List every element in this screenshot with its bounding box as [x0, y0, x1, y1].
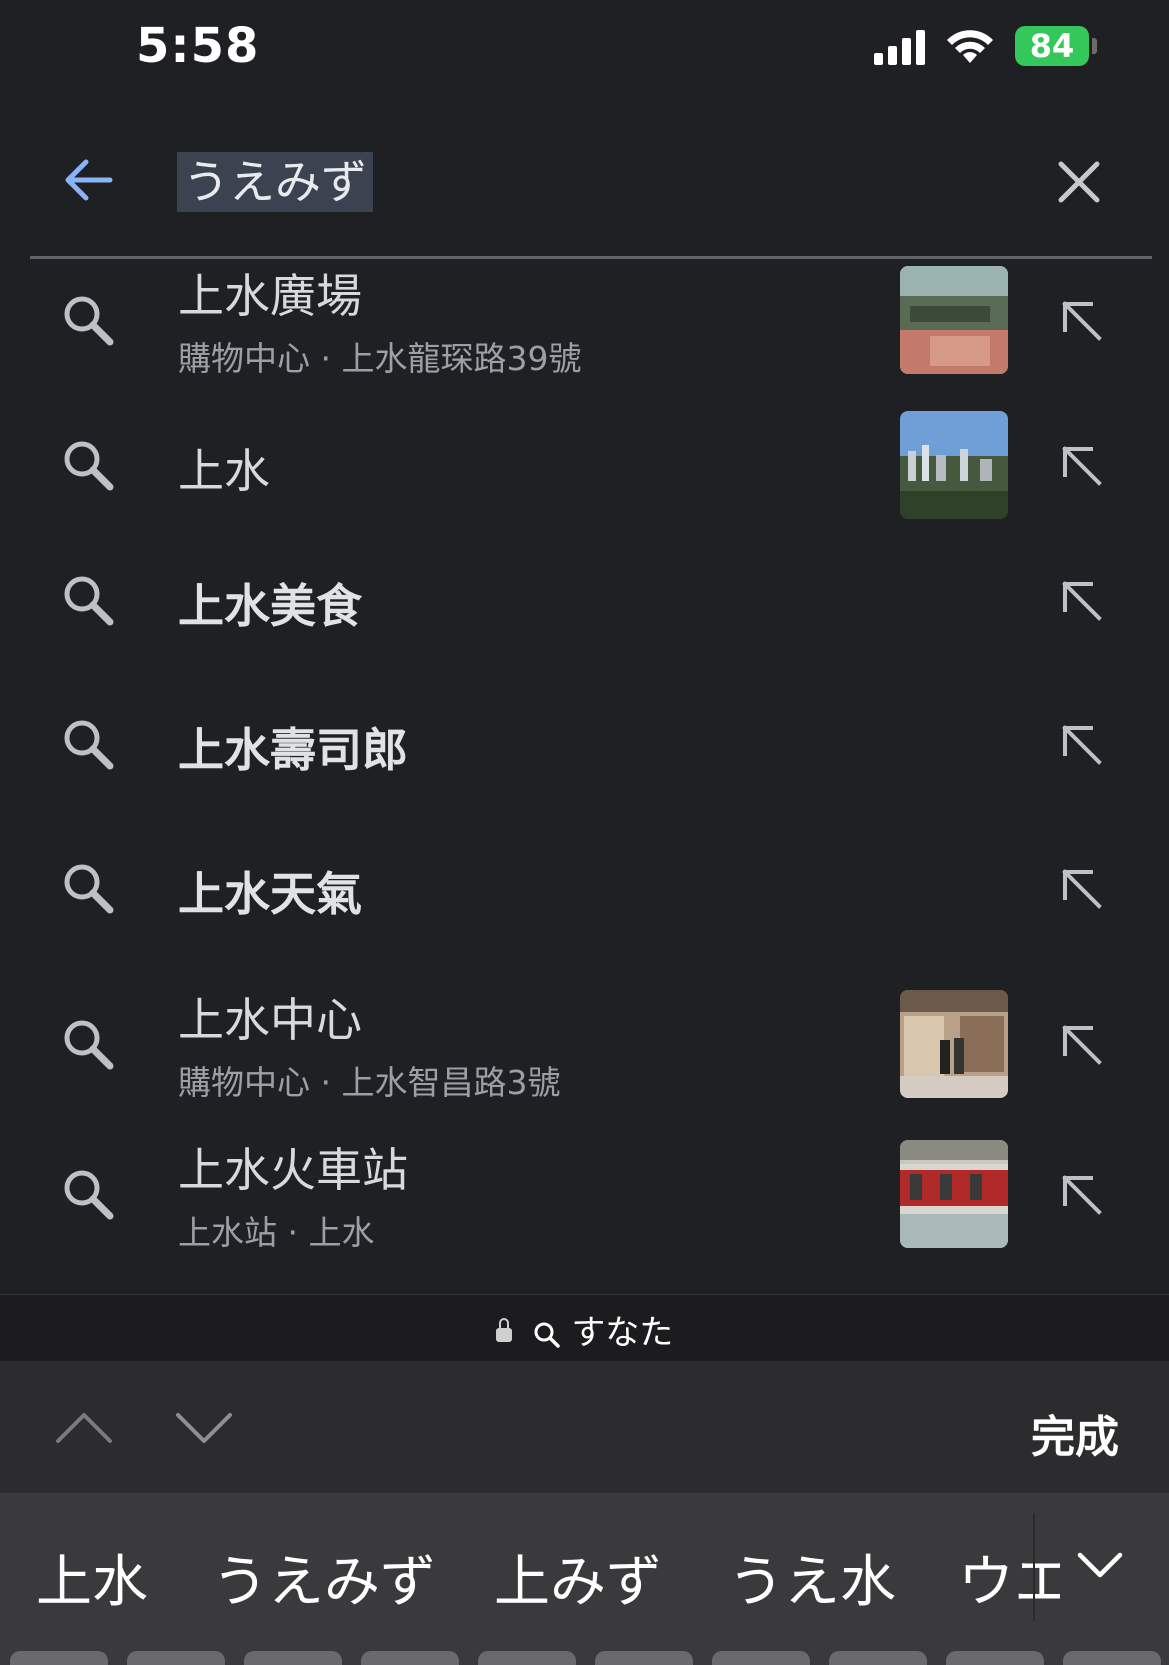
key[interactable]: [712, 1651, 810, 1665]
url-text: すなた: [571, 1313, 674, 1353]
keyboard-keys: [0, 1651, 1169, 1665]
suggestion-subtitle: 上水站 · 上水: [178, 1213, 375, 1252]
suggestion-title: 上水火車站: [178, 1143, 408, 1197]
key[interactable]: [10, 1651, 108, 1665]
battery-icon: 84: [1015, 26, 1097, 66]
place-thumbnail: [900, 266, 1008, 374]
url-bar[interactable]: すなた: [0, 1294, 1169, 1362]
candidate[interactable]: 上みず: [494, 1537, 662, 1618]
search-icon: [58, 858, 118, 918]
lock-icon: [495, 1317, 512, 1342]
suggestion-row[interactable]: 上水: [0, 405, 1169, 525]
suggestion-title: 上水: [178, 444, 270, 498]
key[interactable]: [244, 1651, 342, 1665]
arrow-up-left-icon[interactable]: [1055, 718, 1107, 770]
suggestion-row[interactable]: 上水美食: [0, 550, 1169, 650]
suggestion-row[interactable]: 上水火車站上水站 · 上水: [0, 1134, 1169, 1254]
key[interactable]: [478, 1651, 576, 1665]
candidate[interactable]: 上水: [36, 1537, 148, 1618]
status-icons: 84: [874, 26, 1097, 66]
done-button[interactable]: 完成: [1031, 1401, 1119, 1465]
search-icon: [58, 290, 118, 350]
place-thumbnail: [900, 990, 1008, 1098]
back-arrow-icon[interactable]: [58, 150, 118, 210]
arrow-up-left-icon[interactable]: [1055, 862, 1107, 914]
candidate[interactable]: うえみず: [212, 1537, 436, 1618]
place-thumbnail: [900, 1140, 1008, 1248]
keyboard-toolbar: 完成: [0, 1361, 1169, 1493]
suggestion-title: 上水壽司郎: [178, 723, 408, 777]
key[interactable]: [829, 1651, 927, 1665]
place-thumbnail: [900, 411, 1008, 519]
candidate[interactable]: うえ水: [728, 1537, 896, 1618]
arrow-up-left-icon[interactable]: [1055, 1168, 1107, 1220]
battery-level: 84: [1029, 27, 1075, 65]
search-icon: [58, 714, 118, 774]
search-bar: うえみず: [30, 120, 1152, 259]
key[interactable]: [127, 1651, 225, 1665]
key[interactable]: [595, 1651, 693, 1665]
wifi-icon: [947, 30, 993, 63]
expand-candidates-icon[interactable]: [1060, 1521, 1140, 1621]
clear-search-icon[interactable]: [1055, 158, 1103, 206]
suggestion-row[interactable]: 上水中心購物中心 · 上水智昌路3號: [0, 984, 1169, 1104]
suggestion-subtitle: 購物中心 · 上水智昌路3號: [178, 1063, 561, 1102]
arrow-up-left-icon[interactable]: [1055, 439, 1107, 491]
suggestion-row[interactable]: 上水壽司郎: [0, 694, 1169, 794]
arrow-up-left-icon[interactable]: [1055, 294, 1107, 346]
search-icon: [58, 1014, 118, 1074]
search-icon: [534, 1322, 560, 1348]
chevron-down-icon[interactable]: [174, 1407, 234, 1447]
status-bar: 5:58 84: [0, 0, 1169, 100]
chevron-up-icon[interactable]: [54, 1407, 114, 1447]
suggestion-row[interactable]: 上水天氣: [0, 838, 1169, 938]
suggestion-title: 上水廣場: [178, 269, 362, 323]
arrow-up-left-icon[interactable]: [1055, 574, 1107, 626]
suggestion-title: 上水中心: [178, 993, 362, 1047]
suggestion-title: 上水美食: [178, 579, 362, 633]
search-input[interactable]: うえみず: [177, 152, 373, 212]
candidate[interactable]: ウエ: [958, 1537, 1070, 1618]
arrow-up-left-icon[interactable]: [1055, 1018, 1107, 1070]
suggestion-subtitle: 購物中心 · 上水龍琛路39號: [178, 339, 582, 378]
key[interactable]: [361, 1651, 459, 1665]
candidate-bar: 上水 うえみず 上みず うえ水 ウエ: [0, 1493, 1169, 1665]
clock: 5:58: [136, 18, 260, 74]
search-icon: [58, 1164, 118, 1224]
candidate-divider: [1033, 1513, 1035, 1621]
key[interactable]: [946, 1651, 1044, 1665]
search-icon: [58, 435, 118, 495]
suggestion-title: 上水天氣: [178, 867, 362, 921]
search-icon: [58, 570, 118, 630]
suggestion-row[interactable]: 上水廣場購物中心 · 上水龍琛路39號: [0, 260, 1169, 380]
cellular-signal-icon: [874, 27, 925, 65]
key[interactable]: [1063, 1651, 1161, 1665]
